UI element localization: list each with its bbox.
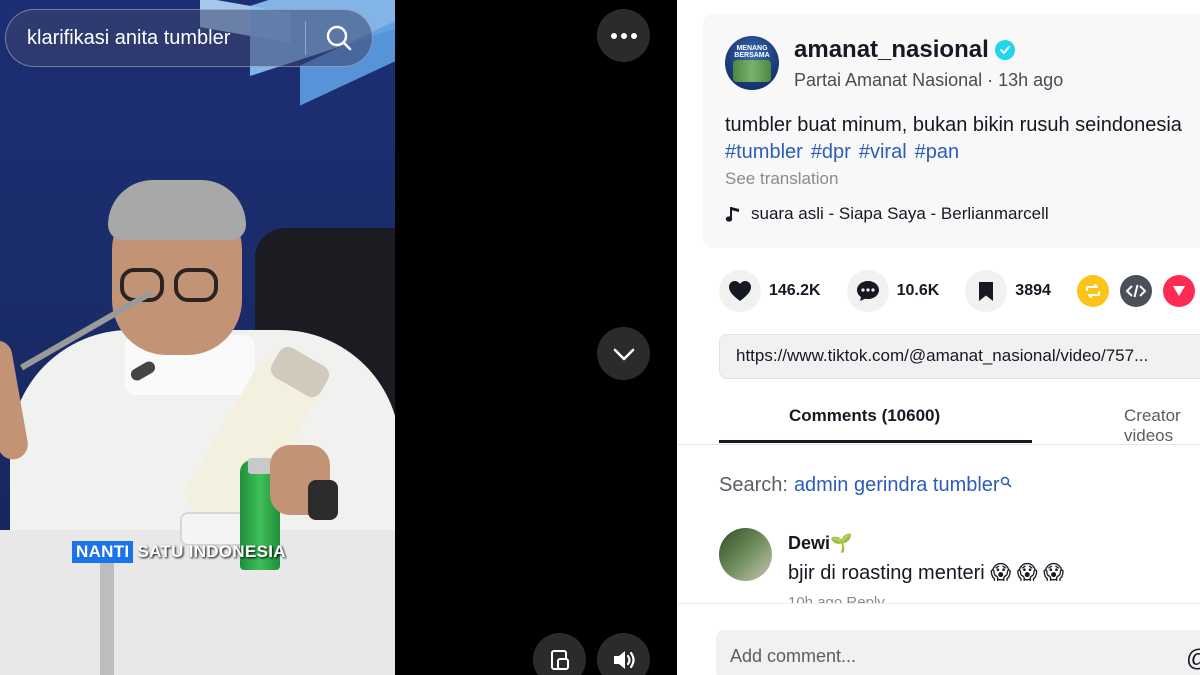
video-player[interactable]: NANTI SATU INDONESIA klarifikasi anita t… <box>0 0 395 675</box>
hashtag-list: #tumbler #dpr #viral #pan <box>725 141 959 164</box>
bookmark-button[interactable]: 3894 <box>965 270 1051 312</box>
bookmark-icon <box>965 270 1008 312</box>
username[interactable]: amanat_nasional <box>794 36 1015 64</box>
search-icon <box>1000 476 1011 488</box>
save-count: 3894 <box>1015 282 1051 299</box>
related-search[interactable]: Search: admin gerindra tumbler <box>719 474 1012 497</box>
tab-creator-videos[interactable]: Creator videos <box>1124 406 1200 446</box>
related-search-query[interactable]: admin gerindra tumbler <box>794 474 1000 497</box>
share-button[interactable] <box>1162 275 1195 307</box>
video-watch <box>308 480 338 520</box>
search-input[interactable]: klarifikasi anita tumbler <box>6 27 305 50</box>
comment-author[interactable]: Dewi🌱 <box>788 533 852 554</box>
mention-icon[interactable]: @ <box>1186 645 1200 673</box>
search-icon <box>326 25 352 51</box>
related-search-prefix: Search: <box>719 474 788 496</box>
copy-link-field[interactable]: https://www.tiktok.com/@amanat_nasional/… <box>719 334 1200 379</box>
heart-icon <box>719 270 761 312</box>
active-tab-indicator <box>719 440 1032 443</box>
comment-composer: Add comment... @ <box>677 603 1200 675</box>
chevron-down-icon <box>613 348 634 360</box>
hashtag-link[interactable]: #viral <box>859 141 907 164</box>
next-video-button[interactable] <box>597 327 650 380</box>
repost-button[interactable] <box>1076 275 1109 307</box>
verified-icon <box>994 40 1015 60</box>
post-info-card: MENANG BERSAMA amanat_nasional Partai Am… <box>703 14 1200 248</box>
share-icon <box>1172 286 1185 296</box>
user-subtitle: Partai Amanat Nasional · 13h ago <box>794 70 1063 91</box>
repost-icon <box>1085 284 1100 298</box>
volume-icon <box>613 650 635 669</box>
video-desk-edge <box>100 560 114 675</box>
avatar[interactable] <box>719 528 772 581</box>
action-bar: 146.2K 10.6K 3894 <box>719 270 1200 312</box>
embed-button[interactable] <box>1119 275 1152 307</box>
comment-text: bjir di roasting menteri 😱 😱 😱 <box>788 562 1064 584</box>
like-count: 146.2K <box>769 282 821 299</box>
post-description: tumbler buat minum, bukan bikin rusuh se… <box>725 114 1182 136</box>
divider <box>677 444 1200 445</box>
caption-highlight: NANTI <box>72 541 134 563</box>
search-bar[interactable]: klarifikasi anita tumbler <box>5 9 373 67</box>
video-bottle-cap <box>248 458 272 474</box>
hashtag-link[interactable]: #dpr <box>811 141 851 164</box>
comment-button[interactable]: 10.6K <box>846 270 940 312</box>
video-caption: NANTI SATU INDONESIA <box>72 540 286 564</box>
add-comment-input[interactable]: Add comment... <box>716 630 1200 675</box>
display-name: Partai Amanat Nasional <box>794 70 983 90</box>
hashtag-link[interactable]: #tumbler <box>725 141 803 164</box>
music-title[interactable]: suara asli - Siapa Saya - Berlianmarcell <box>751 204 1049 224</box>
avatar-image <box>733 60 771 82</box>
see-translation-link[interactable]: See translation <box>725 169 838 189</box>
hashtag-link[interactable]: #pan <box>915 141 960 164</box>
details-panel: MENANG BERSAMA amanat_nasional Partai Am… <box>677 0 1200 675</box>
comment-count: 10.6K <box>896 282 940 299</box>
glasses-lens <box>174 268 218 302</box>
search-button[interactable] <box>306 9 372 67</box>
comment-icon <box>846 270 889 312</box>
avatar[interactable]: MENANG BERSAMA <box>725 36 779 90</box>
video-person-hair <box>108 180 246 240</box>
avatar-label: MENANG BERSAMA <box>734 45 770 59</box>
music-icon <box>725 207 739 222</box>
post-time: 13h ago <box>998 70 1064 90</box>
more-options-button[interactable] <box>597 9 650 62</box>
tab-comments[interactable]: Comments (10600) <box>789 406 940 426</box>
separator: · <box>987 70 994 90</box>
music-link[interactable]: suara asli - Siapa Saya - Berlianmarcell <box>725 204 1049 224</box>
like-button[interactable]: 146.2K <box>719 270 821 312</box>
caption-text: SATU INDONESIA <box>137 542 286 561</box>
more-icon <box>610 32 637 39</box>
comment-tabs: Comments (10600) Creator videos <box>719 392 1200 446</box>
embed-icon <box>1125 284 1146 298</box>
username-text[interactable]: amanat_nasional <box>794 36 989 64</box>
miniplayer-icon <box>550 649 569 670</box>
